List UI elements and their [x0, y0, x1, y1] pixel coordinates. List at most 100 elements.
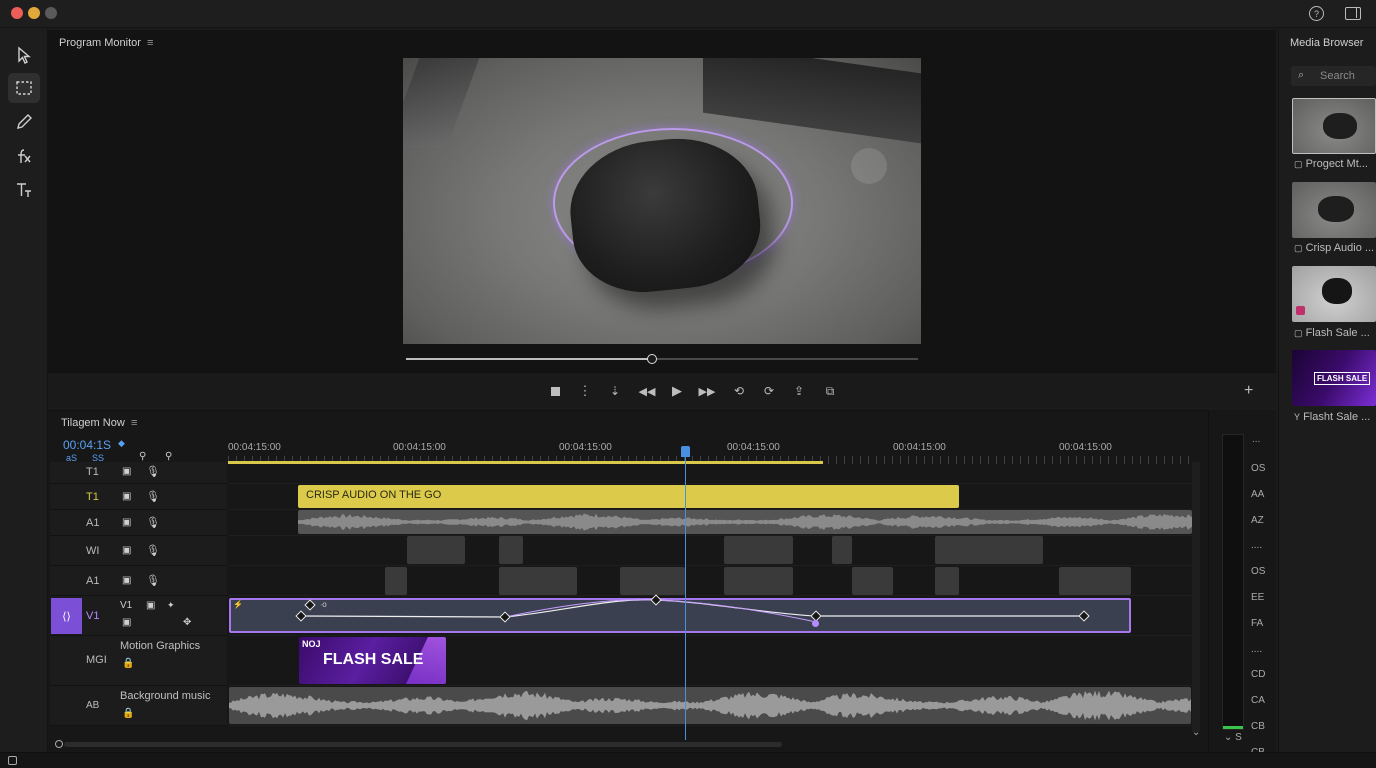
meter-label: FA — [1251, 617, 1264, 629]
background-music-clip[interactable] — [229, 687, 1191, 724]
lock-icon[interactable]: 🔒 — [122, 658, 134, 669]
media-item-label[interactable]: Y Flasht Sale ... — [1294, 411, 1370, 423]
scrub-bar[interactable] — [406, 358, 918, 360]
microphone-icon[interactable]: 🎙 — [146, 490, 160, 503]
type-tool[interactable] — [8, 175, 40, 205]
microphone-icon[interactable]: 🎙 — [146, 516, 160, 529]
microphone-icon[interactable]: 🎙 — [146, 465, 160, 478]
playhead-handle[interactable] — [681, 446, 690, 457]
playhead-line[interactable] — [685, 447, 686, 740]
media-thumb[interactable] — [1292, 266, 1376, 322]
more-icon: ⋮ — [578, 383, 592, 398]
export-frame-button[interactable]: ⧉ — [822, 383, 838, 399]
chevron-down-icon[interactable]: ⌄ — [1192, 727, 1200, 738]
add-button-icon[interactable]: + — [1244, 382, 1253, 400]
marker-icon[interactable]: ◆ — [118, 438, 125, 449]
close-window-button[interactable] — [11, 7, 23, 19]
keyframe-curve[interactable] — [229, 598, 1131, 633]
step-back-button[interactable]: ◀◀ — [639, 383, 656, 399]
stop-button[interactable] — [547, 383, 563, 399]
move-icon[interactable]: ✥ — [183, 617, 191, 628]
lift-button[interactable]: ⇪ — [791, 383, 807, 399]
a1-audio-clip[interactable] — [298, 510, 1192, 534]
transport-controls — [48, 372, 1276, 408]
ruler-label: 00:04:15:00 — [393, 442, 446, 453]
title-clip[interactable]: CRISP AUDIO ON THE GO — [298, 485, 959, 508]
clip-block[interactable] — [832, 536, 852, 564]
play-button[interactable]: ▶ — [669, 383, 685, 399]
clip-block[interactable] — [620, 567, 685, 595]
timecode-display[interactable]: 00:04:1S — [63, 438, 111, 452]
clip-block[interactable] — [935, 536, 1043, 564]
flash-sale-clip[interactable]: NOJ FLASH SALE — [299, 637, 446, 684]
scroll-handle[interactable] — [55, 740, 63, 748]
clip-block[interactable] — [935, 567, 959, 595]
toggle-output-icon[interactable]: ▣ — [122, 517, 131, 528]
panel-menu-icon[interactable]: ≡ — [147, 37, 153, 49]
sparkle-icon[interactable]: ✦ — [167, 600, 175, 611]
more-options-button[interactable]: ⋮ — [577, 383, 593, 399]
zoom-out-icon[interactable]: ⚲ — [165, 451, 172, 462]
toggle-output-icon[interactable]: ▣ — [122, 545, 131, 556]
selection-tool[interactable] — [8, 40, 40, 70]
media-item-label[interactable]: ▢ Flash Sale ... — [1294, 327, 1370, 339]
zoom-window-button[interactable] — [45, 7, 57, 19]
vertical-scrollbar[interactable] — [1192, 462, 1200, 732]
marquee-tool[interactable] — [8, 73, 40, 103]
ruler-label: 00:04:15:00 — [893, 442, 946, 453]
clip-icon: ▢ — [1294, 159, 1303, 169]
scrub-handle[interactable] — [646, 354, 657, 364]
clip-block[interactable] — [852, 567, 893, 595]
window-titlebar: ? — [0, 0, 1376, 28]
track-target-toggle[interactable]: ⟨⟩ — [51, 598, 82, 634]
media-thumb[interactable] — [1292, 98, 1376, 154]
track-lane[interactable] — [228, 536, 1192, 566]
minimize-window-button[interactable] — [28, 7, 40, 19]
toggle-output-icon[interactable]: ▣ — [122, 491, 131, 502]
media-browser-title: Media Browser — [1290, 37, 1364, 49]
zoom-in-icon[interactable]: ⚲ — [139, 451, 146, 462]
clip-block[interactable] — [1059, 567, 1131, 595]
track-lane[interactable] — [228, 462, 1192, 484]
clip-block[interactable] — [407, 536, 465, 564]
timeline-menu-icon[interactable]: ≡ — [131, 417, 137, 429]
media-item-label[interactable]: ▢ Progect Mt... — [1294, 158, 1368, 170]
meter-more-icon[interactable]: ... — [1252, 434, 1260, 445]
keyframe-handle[interactable] — [812, 620, 819, 627]
meter-label: EE — [1251, 592, 1265, 603]
microphone-icon[interactable]: 🎙 — [146, 574, 160, 587]
clip-block[interactable] — [724, 567, 793, 595]
toggle-output-icon[interactable]: ▣ — [122, 466, 131, 477]
film-icon[interactable]: ▣ — [146, 600, 155, 611]
help-icon[interactable]: ? — [1309, 6, 1324, 21]
lock-icon[interactable]: 🔒 — [122, 708, 134, 719]
play-icon: ▶ — [672, 383, 682, 398]
track-name: V1 — [86, 610, 100, 622]
export-frame-icon: ⧉ — [825, 383, 835, 398]
meter-label: AZ — [1251, 514, 1264, 526]
horizontal-scrollbar[interactable] — [64, 742, 782, 747]
track-header: MGI Motion Graphics 🔒 — [50, 636, 227, 686]
media-thumb[interactable] — [1292, 182, 1376, 238]
toggle-output-icon[interactable]: ▣ — [122, 617, 131, 628]
overwrite-button[interactable]: ⟳ — [761, 383, 777, 399]
microphone-icon[interactable]: 🎙 — [146, 544, 160, 557]
track-name: T1 — [86, 491, 99, 503]
effects-tool[interactable] — [8, 141, 40, 171]
track-lane[interactable] — [228, 566, 1192, 596]
clip-block[interactable] — [724, 536, 793, 564]
clip-block[interactable] — [499, 536, 523, 564]
toggle-output-icon[interactable]: ▣ — [122, 575, 131, 586]
search-input[interactable]: ⌕ Search — [1291, 66, 1376, 86]
media-item-label[interactable]: ▢ Crisp Audio ... — [1294, 242, 1374, 254]
snap-button[interactable]: ⇣ — [607, 383, 623, 399]
pen-tool[interactable] — [8, 107, 40, 137]
status-icon[interactable] — [8, 756, 17, 765]
media-thumb[interactable]: FLASH SALE — [1292, 350, 1376, 406]
step-forward-button[interactable]: ▶▶ — [698, 383, 716, 399]
panel-layout-icon[interactable] — [1345, 7, 1361, 20]
clip-block[interactable] — [385, 567, 407, 595]
insert-button[interactable]: ⟲ — [731, 383, 747, 399]
step-forward-icon: ▶▶ — [698, 385, 716, 398]
clip-block[interactable] — [499, 567, 577, 595]
